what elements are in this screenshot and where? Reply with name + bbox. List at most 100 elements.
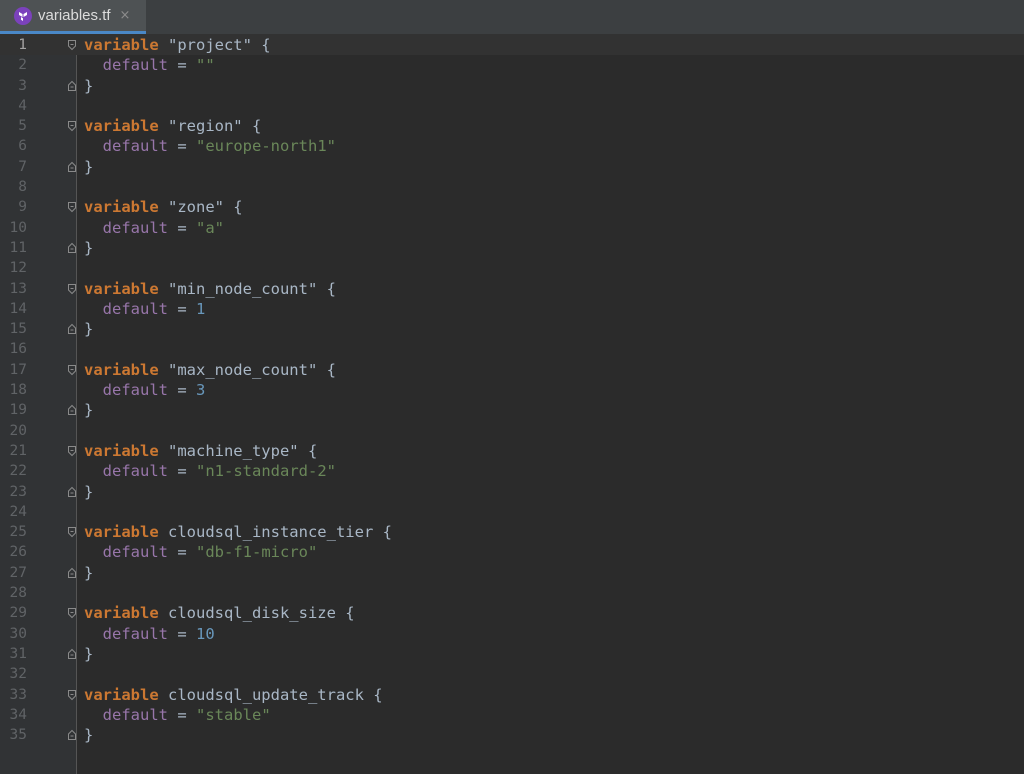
code-text: variable "region" { (84, 116, 261, 136)
text-token: "zone" { (158, 198, 243, 217)
code-line[interactable]: 10 default = "a" (0, 218, 1024, 238)
code-line[interactable]: 19} (0, 400, 1024, 420)
text-token: cloudsql_disk_size { (158, 604, 355, 623)
text-token: = (168, 299, 196, 318)
code-text: variable "min_node_count" { (84, 279, 336, 299)
code-line[interactable]: 30 default = 10 (0, 624, 1024, 644)
line-number: 5 (18, 118, 27, 135)
code-text: default = "n1-standard-2" (84, 461, 336, 481)
fold-open-icon[interactable] (66, 364, 78, 376)
code-line[interactable]: 25 variable cloudsql_instance_tier { (0, 522, 1024, 542)
code-editor[interactable]: 1 variable "project" {2 default = "" 3} 4 5 v… (0, 35, 1024, 774)
property-token: default (102, 137, 168, 156)
code-line[interactable]: 24 (0, 502, 1024, 522)
code-line[interactable]: 5 variable "region" { (0, 116, 1024, 136)
code-line[interactable]: 34 default = "stable" (0, 705, 1024, 725)
text-token: = (168, 56, 196, 75)
code-text: variable "zone" { (84, 197, 243, 217)
code-line[interactable]: 32 (0, 664, 1024, 684)
fold-close-icon[interactable] (66, 567, 78, 579)
code-line[interactable]: 2 default = "" (0, 55, 1024, 75)
fold-open-icon[interactable] (66, 526, 78, 538)
code-line[interactable]: 29 variable cloudsql_disk_size { (0, 603, 1024, 623)
fold-close-icon[interactable] (66, 242, 78, 254)
line-number: 17 (9, 361, 27, 378)
code-line[interactable]: 21 variable "machine_type" { (0, 441, 1024, 461)
code-line[interactable]: 8 (0, 177, 1024, 197)
code-line[interactable]: 33 variable cloudsql_update_track { (0, 685, 1024, 705)
fold-open-icon[interactable] (66, 445, 78, 457)
property-token: default (102, 462, 168, 481)
code-line[interactable]: 7} (0, 157, 1024, 177)
line-number: 9 (18, 199, 27, 216)
fold-open-icon[interactable] (66, 607, 78, 619)
code-line[interactable]: 6 default = "europe-north1" (0, 136, 1024, 156)
fold-open-icon[interactable] (66, 283, 78, 295)
fold-open-icon[interactable] (66, 689, 78, 701)
tab-variables-tf[interactable]: variables.tf × (0, 0, 146, 34)
code-line[interactable]: 18 default = 3 (0, 380, 1024, 400)
number-token: 3 (196, 381, 206, 400)
line-number: 15 (9, 321, 27, 338)
code-text: } (84, 400, 93, 420)
code-text: variable "project" { (84, 35, 271, 55)
text-token: "project" { (158, 36, 271, 54)
fold-open-icon[interactable] (66, 201, 78, 213)
line-number: 3 (18, 77, 27, 94)
text-token: = (168, 543, 196, 562)
fold-close-icon[interactable] (66, 323, 78, 335)
code-line[interactable]: 16 (0, 339, 1024, 359)
line-number: 33 (9, 686, 27, 703)
text-token: = (168, 137, 196, 156)
code-line[interactable]: 15} (0, 319, 1024, 339)
close-icon[interactable]: × (120, 8, 131, 23)
fold-close-icon[interactable] (66, 404, 78, 416)
fold-open-icon[interactable] (66, 120, 78, 132)
code-line[interactable]: 11} (0, 238, 1024, 258)
code-line[interactable]: 1 variable "project" { (0, 35, 1024, 55)
code-line[interactable]: 28 (0, 583, 1024, 603)
code-line[interactable]: 17 variable "max_node_count" { (0, 360, 1024, 380)
string-token: "n1-standard-2" (196, 462, 336, 481)
code-line[interactable]: 14 default = 1 (0, 299, 1024, 319)
code-line[interactable]: 20 (0, 421, 1024, 441)
code-line[interactable]: 31} (0, 644, 1024, 664)
text-token: } (84, 320, 94, 339)
text-token: = (168, 462, 196, 481)
code-line[interactable]: 27} (0, 563, 1024, 583)
code-line[interactable]: 13 variable "min_node_count" { (0, 279, 1024, 299)
text-token: = (168, 705, 196, 724)
code-line[interactable]: 26 default = "db-f1-micro" (0, 542, 1024, 562)
fold-close-icon[interactable] (66, 729, 78, 741)
code-line[interactable]: 4 (0, 96, 1024, 116)
line-number: 20 (9, 422, 27, 439)
code-line[interactable]: 12 (0, 258, 1024, 278)
line-number: 11 (9, 239, 27, 256)
line-number: 28 (9, 585, 27, 602)
fold-open-icon[interactable] (66, 39, 78, 51)
keyword-token: variable (84, 604, 159, 623)
code-line[interactable]: 9 variable "zone" { (0, 197, 1024, 217)
code-text: default = 3 (84, 380, 206, 400)
text-token: = (168, 218, 196, 237)
fold-close-icon[interactable] (66, 486, 78, 498)
code-text: } (84, 319, 93, 339)
fold-close-icon[interactable] (66, 648, 78, 660)
line-number: 32 (9, 666, 27, 683)
line-number: 27 (9, 564, 27, 581)
code-line[interactable]: 23} (0, 482, 1024, 502)
keyword-token: variable (84, 441, 159, 460)
property-token: default (102, 56, 168, 75)
code-line[interactable]: 3} (0, 76, 1024, 96)
fold-close-icon[interactable] (66, 80, 78, 92)
fold-close-icon[interactable] (66, 161, 78, 173)
code-line[interactable]: 22 default = "n1-standard-2" (0, 461, 1024, 481)
code-line[interactable]: 35} (0, 725, 1024, 745)
terraform-icon (14, 6, 32, 25)
code-text: } (84, 238, 93, 258)
code-text: variable "max_node_count" { (84, 360, 336, 380)
text-token: } (84, 157, 94, 176)
